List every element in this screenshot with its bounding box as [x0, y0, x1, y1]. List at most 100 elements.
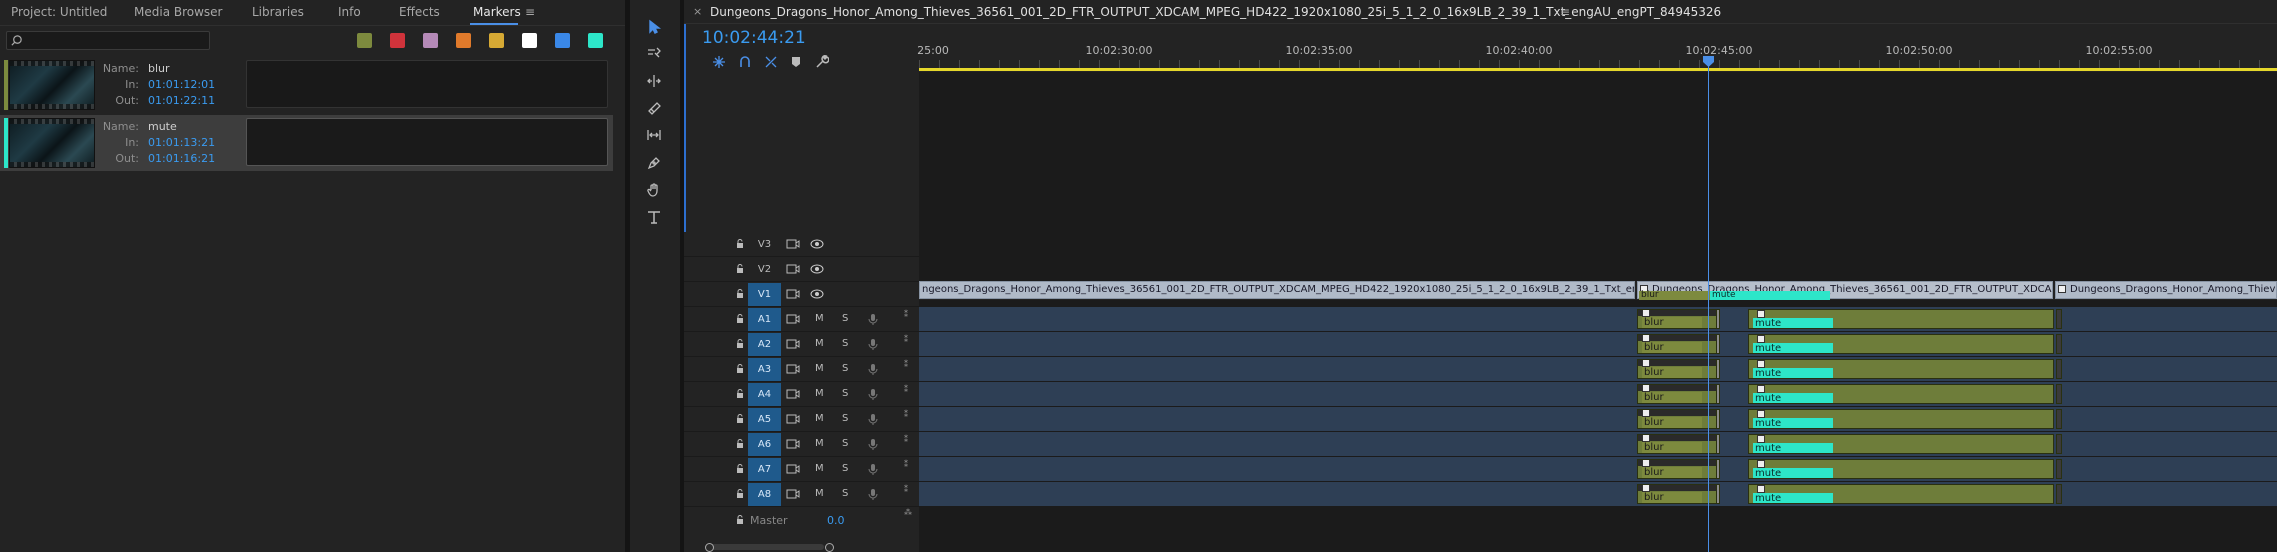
audio-track-lane[interactable]	[919, 407, 2277, 431]
track-options-icon[interactable]: ⁑	[904, 385, 908, 394]
sequence-menu-icon[interactable]: ≡	[1560, 5, 1570, 19]
color-filter-orange[interactable]	[456, 33, 471, 48]
mute-button[interactable]: M	[815, 413, 824, 424]
audio-track-lane[interactable]	[919, 332, 2277, 356]
voice-over-mic-icon[interactable]	[866, 338, 880, 350]
selection-tool-icon[interactable]	[642, 16, 666, 38]
voice-over-mic-icon[interactable]	[866, 438, 880, 450]
marker-out-timecode[interactable]: 01:01:16:21	[148, 152, 215, 165]
solo-button[interactable]: S	[842, 363, 848, 374]
clip-marker-mute[interactable]: mute	[1753, 468, 1833, 478]
audio-clip-edge[interactable]	[1716, 409, 1720, 429]
color-filter-blue[interactable]	[555, 33, 570, 48]
lock-icon[interactable]	[734, 438, 746, 450]
track-options-icon[interactable]: ⁑	[904, 410, 908, 419]
audio-clip[interactable]: mute	[1748, 384, 2054, 404]
sync-lock-icon[interactable]	[786, 413, 800, 425]
tab-markers[interactable]: Markers	[473, 5, 521, 19]
marker-search[interactable]	[6, 31, 210, 50]
solo-button[interactable]: S	[842, 313, 848, 324]
nest-toggle-icon[interactable]	[711, 54, 727, 70]
voice-over-mic-icon[interactable]	[866, 313, 880, 325]
lock-icon[interactable]	[734, 463, 746, 475]
lock-icon[interactable]	[734, 488, 746, 500]
clip-marker-blur[interactable]: blur	[1642, 442, 1702, 453]
audio-clip[interactable]: blur	[1637, 409, 1718, 429]
master-menu-icon[interactable]: ⁂	[904, 508, 912, 517]
toggle-output-eye-icon[interactable]	[810, 238, 824, 250]
audio-track-lane[interactable]	[919, 482, 2277, 506]
audio-clip-edge[interactable]	[1716, 384, 1720, 404]
audio-clip-edge[interactable]	[2056, 334, 2062, 354]
marker-in-timecode[interactable]: 01:01:13:21	[148, 136, 215, 149]
track-options-icon[interactable]: ⁑	[904, 435, 908, 444]
audio-clip[interactable]: mute	[1748, 309, 2054, 329]
mute-button[interactable]: M	[815, 338, 824, 349]
audio-clip[interactable]: blur	[1637, 359, 1718, 379]
audio-clip[interactable]: mute	[1748, 484, 2054, 504]
audio-clip[interactable]: mute	[1748, 359, 2054, 379]
audio-clip[interactable]: blur	[1637, 459, 1718, 479]
track-name[interactable]: A6	[748, 433, 781, 456]
audio-clip-edge[interactable]	[2056, 384, 2062, 404]
audio-clip-edge[interactable]	[1716, 484, 1720, 504]
track-options-icon[interactable]: ⁑	[904, 360, 908, 369]
color-filter-teal[interactable]	[588, 33, 603, 48]
marker-item-blur[interactable]: Name: blur In: 01:01:12:01 Out: 01:01:22…	[0, 57, 613, 113]
audio-clip-edge[interactable]	[1716, 459, 1720, 479]
tab-effects[interactable]: Effects	[399, 5, 440, 19]
audio-track-lane[interactable]	[919, 357, 2277, 381]
zoom-handle-right[interactable]	[825, 543, 834, 552]
clip-marker-mute[interactable]: mute	[1710, 291, 1830, 300]
audio-clip-edge[interactable]	[2056, 409, 2062, 429]
playhead-line[interactable]	[1708, 56, 1709, 552]
search-input[interactable]	[25, 33, 205, 48]
marker-comment-field[interactable]	[246, 118, 608, 166]
audio-clip-edge[interactable]	[2056, 484, 2062, 504]
track-options-icon[interactable]: ⁑	[904, 335, 908, 344]
sync-lock-icon[interactable]	[786, 463, 800, 475]
audio-clip-edge[interactable]	[1716, 434, 1720, 454]
timeline-settings-icon[interactable]	[814, 54, 830, 70]
clip-marker-mute[interactable]: mute	[1753, 343, 1833, 353]
audio-clip-edge[interactable]	[2056, 434, 2062, 454]
lock-icon[interactable]	[734, 388, 746, 400]
solo-button[interactable]: S	[842, 388, 848, 399]
playhead-timecode[interactable]: 10:02:44:21	[702, 28, 806, 48]
lock-icon[interactable]	[734, 263, 746, 275]
track-select-tool-icon[interactable]	[642, 42, 666, 64]
track-name[interactable]: A4	[748, 383, 781, 406]
marker-comment-field[interactable]	[246, 60, 608, 108]
time-ruler[interactable]: 25:00 10:02:30:00 10:02:35:00 10:02:40:0…	[917, 24, 2277, 72]
color-filter-olive[interactable]	[357, 33, 372, 48]
clip-marker-blur[interactable]: blur	[1642, 492, 1702, 503]
track-name[interactable]: A3	[748, 358, 781, 381]
clip-marker-blur[interactable]: blur	[1642, 317, 1702, 328]
track-options-icon[interactable]: ⁑	[904, 310, 908, 319]
clip-marker-blur[interactable]: blur	[1642, 467, 1702, 478]
lock-icon[interactable]	[734, 514, 746, 526]
slip-tool-icon[interactable]	[642, 124, 666, 146]
clip-marker-mute[interactable]: mute	[1753, 443, 1833, 453]
sync-lock-icon[interactable]	[786, 238, 800, 250]
audio-clip-edge[interactable]	[1716, 309, 1720, 329]
solo-button[interactable]: S	[842, 463, 848, 474]
snap-icon[interactable]	[737, 54, 753, 70]
mute-button[interactable]: M	[815, 438, 824, 449]
zoom-handle-left[interactable]	[705, 543, 714, 552]
ripple-edit-tool-icon[interactable]	[642, 70, 666, 92]
track-options-icon[interactable]: ⁑	[904, 460, 908, 469]
sync-lock-icon[interactable]	[786, 313, 800, 325]
mute-button[interactable]: M	[815, 388, 824, 399]
clip-marker-mute[interactable]: mute	[1753, 368, 1833, 378]
lock-icon[interactable]	[734, 238, 746, 250]
hand-tool-icon[interactable]	[642, 179, 666, 201]
lock-icon[interactable]	[734, 288, 746, 300]
close-sequence-icon[interactable]: ×	[693, 5, 702, 18]
audio-track-lane[interactable]	[919, 457, 2277, 481]
v1-clip-right[interactable]: Dungeons_Dragons_Honor_Among_Thieves	[2055, 281, 2277, 299]
solo-button[interactable]: S	[842, 438, 848, 449]
audio-clip-edge[interactable]	[1716, 359, 1720, 379]
v1-clip-main[interactable]: ngeons_Dragons_Honor_Among_Thieves_36561…	[919, 281, 1635, 299]
toggle-output-eye-icon[interactable]	[810, 263, 824, 275]
